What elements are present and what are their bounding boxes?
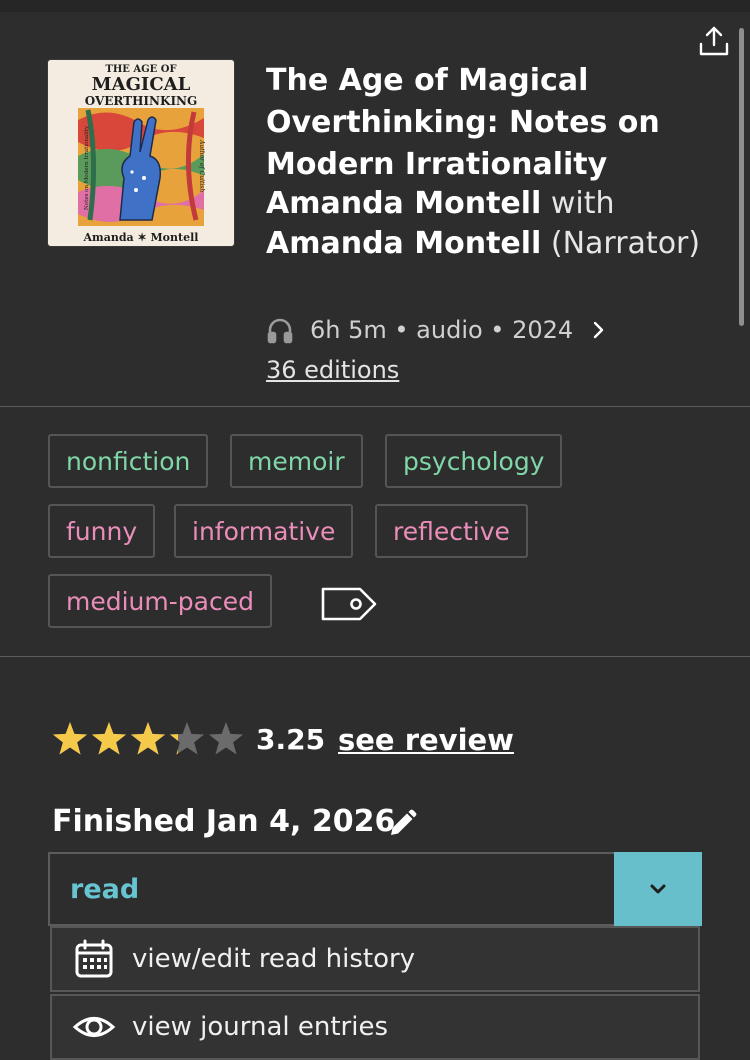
with-label: with xyxy=(550,186,615,221)
rating-star[interactable] xyxy=(52,722,88,755)
tag-icon[interactable] xyxy=(320,584,378,624)
reading-status-value: read xyxy=(70,873,140,905)
cover-title-line3: OVERTHINKING xyxy=(85,94,198,108)
rating-star[interactable] xyxy=(208,722,244,755)
rating-star[interactable] xyxy=(169,722,205,755)
finished-date: Finished Jan 4, 2026 xyxy=(52,804,396,839)
rating-value: 3.25 xyxy=(256,723,326,756)
eye-icon xyxy=(72,1017,116,1037)
narrator-role: (Narrator) xyxy=(550,226,701,261)
editions-link[interactable]: 36 editions xyxy=(266,356,399,384)
format-details[interactable]: 6h 5m • audio • 2024 xyxy=(266,310,609,350)
star-rating[interactable] xyxy=(50,720,246,760)
tag-medium-paced[interactable]: medium-paced xyxy=(48,574,272,628)
top-bar xyxy=(0,0,750,12)
author-link[interactable]: Amanda Montell xyxy=(266,186,541,221)
cover-subtitle: Notes on Modern Irrationality xyxy=(84,125,90,210)
read-history-button[interactable]: view/edit read history xyxy=(50,926,700,992)
journal-entries-button[interactable]: view journal entries xyxy=(50,994,700,1060)
tag-informative[interactable]: informative xyxy=(174,504,354,558)
headphones-icon xyxy=(267,318,293,344)
calendar-icon xyxy=(75,939,113,978)
pencil-icon[interactable] xyxy=(386,808,418,840)
tag-nonfiction[interactable]: nonfiction xyxy=(48,434,209,488)
narrator-link[interactable]: Amanda Montell xyxy=(266,226,541,261)
cover-title-line2: MAGICAL xyxy=(92,74,191,95)
share-icon[interactable] xyxy=(697,24,731,58)
chevron-right-icon xyxy=(593,321,604,339)
book-cover[interactable]: THE AGE OF MAGICAL OVERTHINKING Notes on… xyxy=(48,60,234,246)
journal-entries-label: view journal entries xyxy=(132,1012,389,1042)
chevron-down-icon xyxy=(650,884,666,894)
book-authors: Amanda Montell with Amanda Montell (Narr… xyxy=(266,184,706,264)
tag-memoir[interactable]: memoir xyxy=(230,434,363,488)
see-review-link[interactable]: see review xyxy=(338,720,514,760)
divider xyxy=(0,406,750,407)
cover-tagline: Author of Cultish xyxy=(198,139,205,192)
tag-funny[interactable]: funny xyxy=(48,504,156,558)
divider xyxy=(0,656,750,657)
status-dropdown-button[interactable] xyxy=(614,852,702,926)
cover-author: Amanda ✶ Montell xyxy=(83,231,199,244)
scrollbar[interactable] xyxy=(739,28,744,326)
tag-reflective[interactable]: reflective xyxy=(375,504,528,558)
rating-star[interactable] xyxy=(91,722,127,755)
reading-status-select[interactable]: read xyxy=(48,852,614,926)
book-title: The Age of Magical Overthinking: Notes o… xyxy=(266,63,660,182)
read-history-label: view/edit read history xyxy=(132,944,416,974)
format-text: 6h 5m • audio • 2024 xyxy=(310,316,574,344)
tag-psychology[interactable]: psychology xyxy=(385,434,563,488)
rating-star[interactable] xyxy=(130,722,166,755)
